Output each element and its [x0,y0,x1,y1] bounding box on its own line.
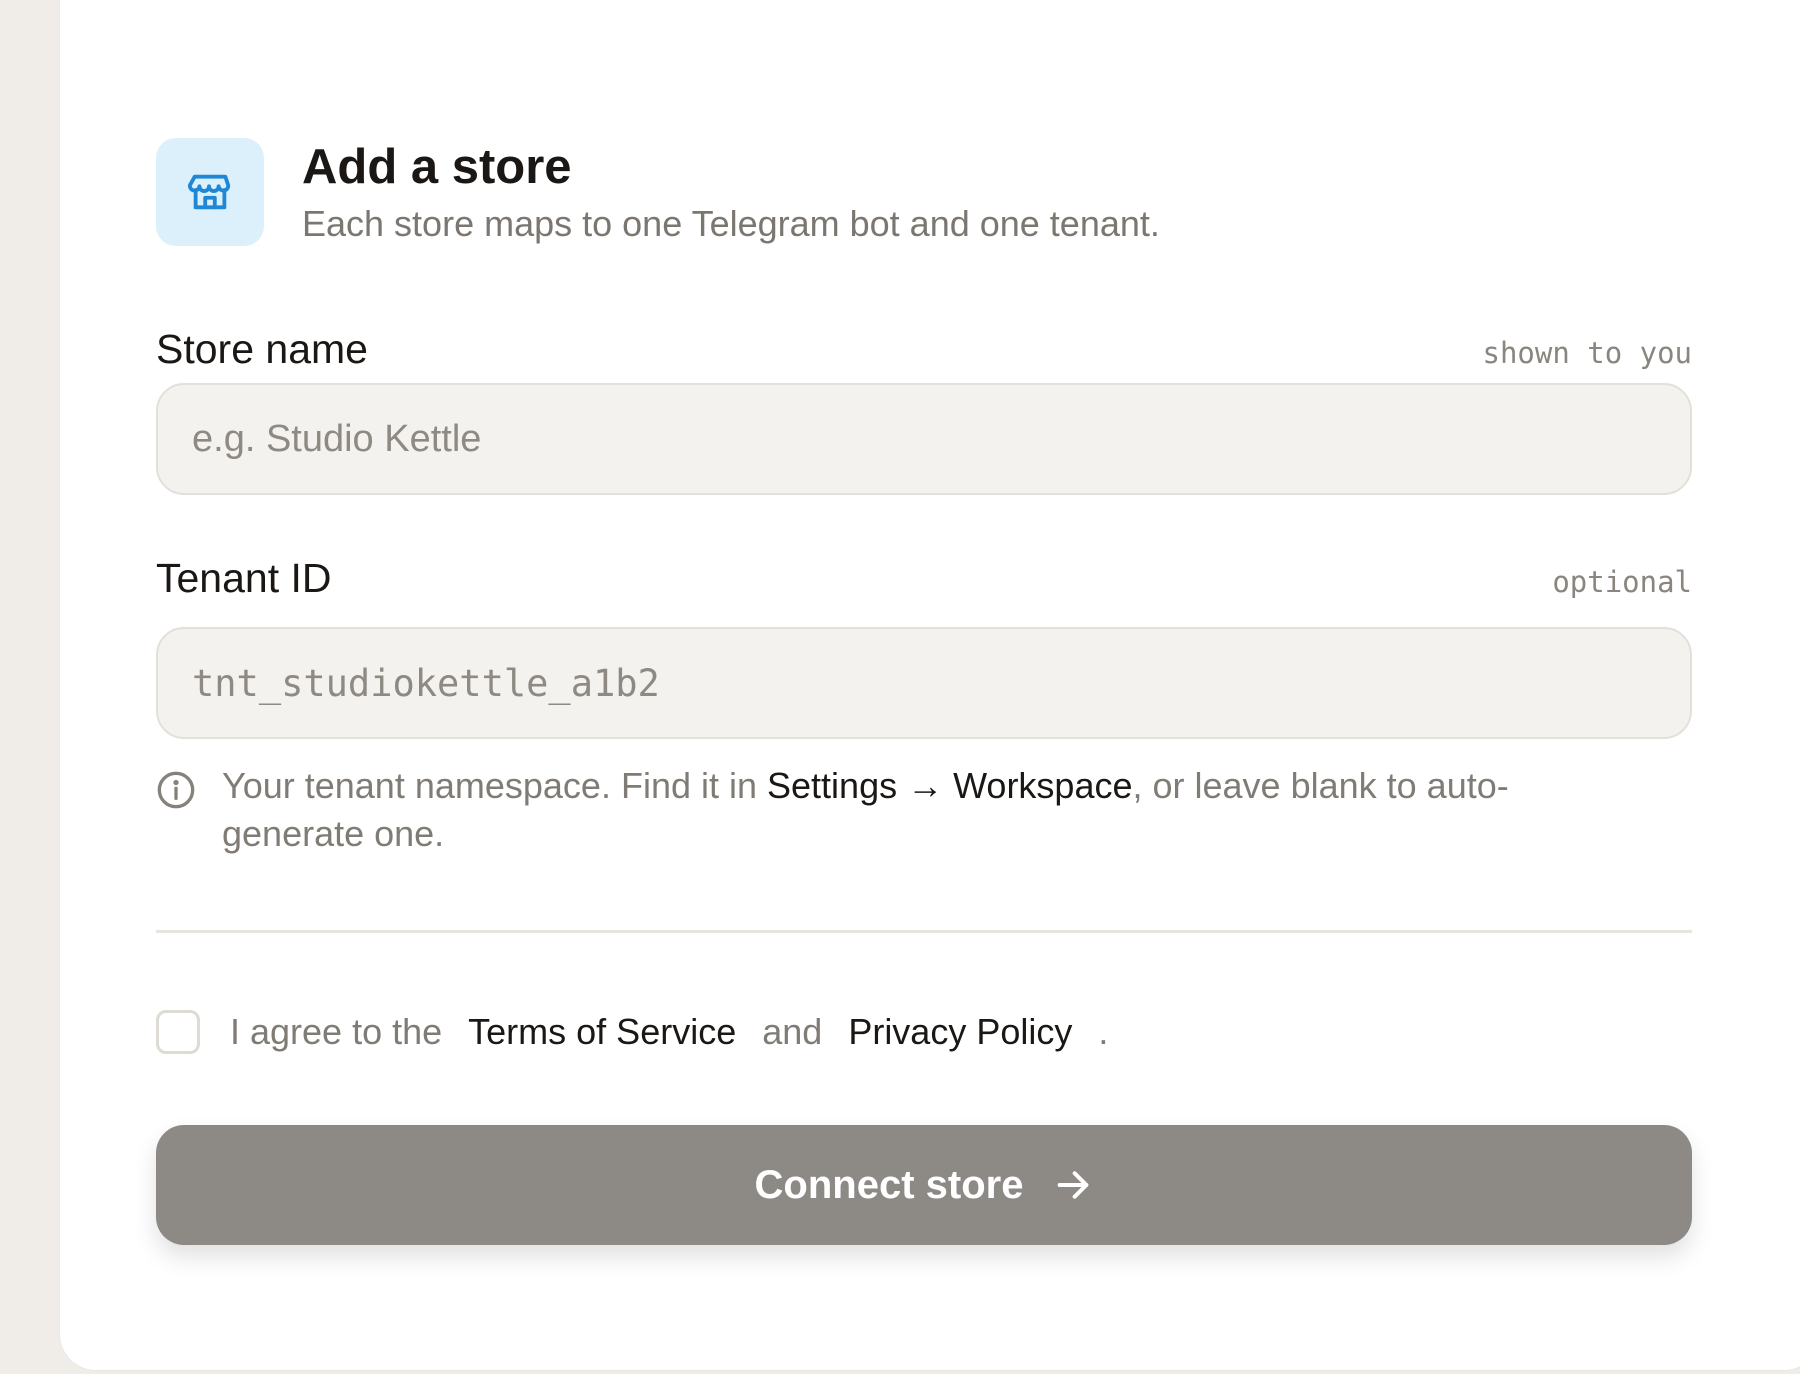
tenant-id-help: Your tenant namespace. Find it in Settin… [156,762,1596,858]
tenant-id-help-text: Your tenant namespace. Find it in Settin… [222,762,1596,858]
help-text-before: Your tenant namespace. Find it in [222,765,768,806]
privacy-policy-link[interactable]: Privacy Policy [848,1011,1072,1053]
store-name-input[interactable] [190,416,1690,462]
agree-checkbox[interactable] [156,1010,200,1054]
tenant-id-input[interactable] [190,660,1690,706]
store-name-label: Store name [156,326,368,372]
terms-of-service-link[interactable]: Terms of Service [468,1011,736,1053]
store-name-label-row: Store name shown to you [156,326,1692,373]
tenant-id-label: Tenant ID [156,555,332,601]
agree-prefix: I agree to the [230,1011,443,1052]
tenant-id-label-row: Tenant ID optional [156,555,1692,602]
section-divider [156,930,1692,933]
agree-joiner: and [762,1011,823,1052]
store-name-field[interactable] [156,383,1692,495]
storefront-icon [187,174,231,210]
settings-workspace-path: Settings → Workspace [767,765,1133,806]
info-icon [157,771,195,809]
connect-store-button[interactable]: Connect store [156,1125,1692,1245]
store-icon-tile [156,138,264,246]
agree-suffix: . [1098,1011,1109,1052]
store-name-hint: shown to you [1482,336,1692,370]
page-subtitle: Each store maps to one Telegram bot and … [302,203,1160,244]
card-header: Add a store Each store maps to one Teleg… [156,138,1160,246]
page-title: Add a store [302,140,572,194]
arrow-right-icon [1058,1171,1089,1199]
connect-store-label: Connect store [754,1162,1024,1207]
tenant-id-hint: optional [1552,565,1692,599]
tenant-id-field[interactable] [156,627,1692,739]
agreement-row: I agree to the Terms of Service and Priv… [156,1010,1108,1054]
